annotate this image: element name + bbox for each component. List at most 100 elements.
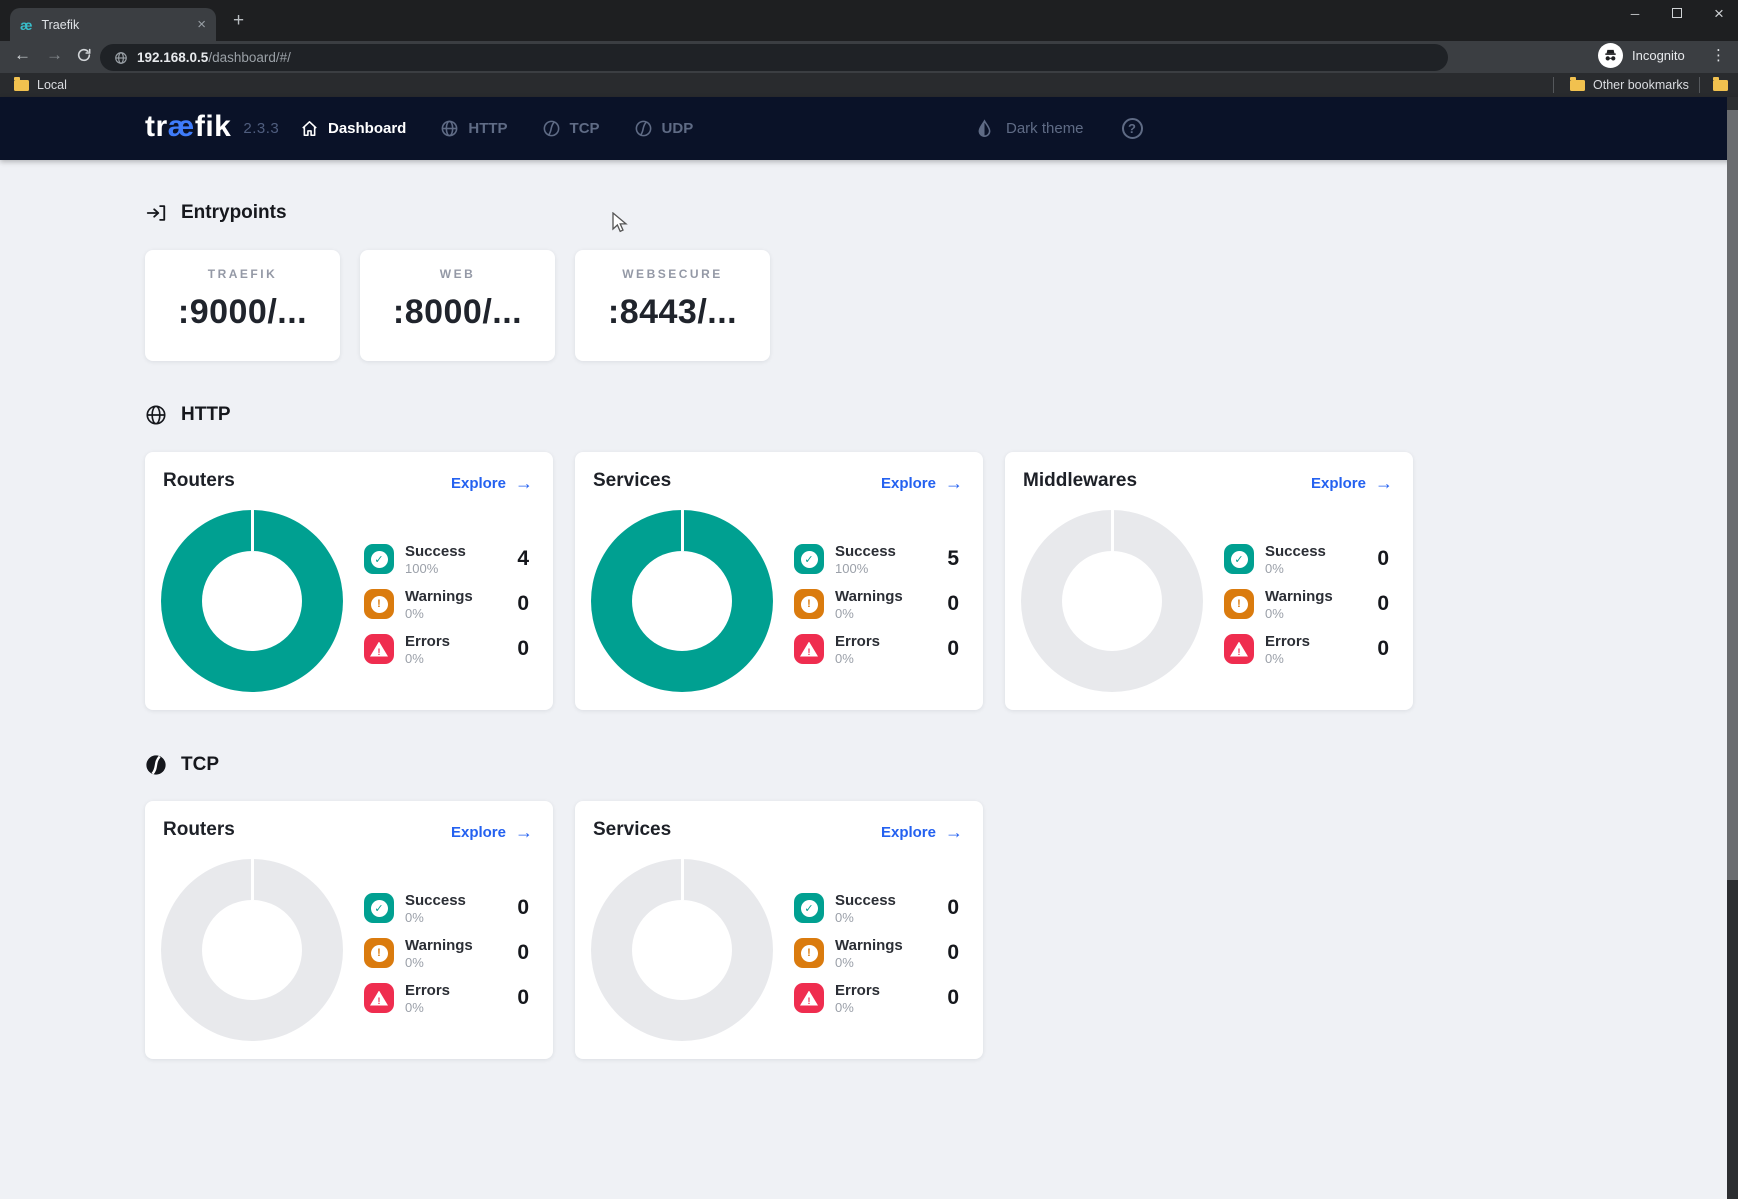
legend-value: 0 — [517, 941, 529, 965]
browser-menu-icon[interactable]: ⋮ — [1711, 46, 1726, 64]
tcp-heading: TCP — [145, 754, 219, 776]
url-path: /dashboard/#/ — [208, 50, 291, 65]
legend-value: 0 — [1377, 547, 1389, 571]
entrypoint-card[interactable]: TRAEFIK :9000/... — [145, 250, 340, 361]
card-title: Middlewares — [1023, 470, 1137, 492]
scrollbar-track[interactable] — [1727, 97, 1738, 1199]
explore-link[interactable]: Explore → — [881, 822, 963, 843]
check-glyph: ✓ — [801, 551, 818, 568]
legend-label: Success — [835, 543, 896, 560]
legend-label: Errors — [835, 982, 880, 999]
warning-triangle-glyph: ! — [800, 642, 818, 657]
back-button[interactable]: ← — [14, 45, 31, 65]
dashboard-content: Entrypoints TRAEFIK :9000/... WEB :8000/… — [0, 160, 1738, 1199]
legend-row-success: ✓ Success0% 0 — [794, 887, 959, 929]
explore-label: Explore — [451, 824, 506, 841]
legend-row-warnings: ! Warnings0% 0 — [364, 583, 529, 625]
legend-label: Warnings — [835, 588, 903, 605]
explore-link[interactable]: Explore → — [881, 473, 963, 494]
folder-icon — [14, 80, 29, 91]
http-heading: HTTP — [145, 404, 231, 426]
close-button[interactable]: × — [1712, 4, 1726, 24]
maximize-icon — [1672, 8, 1682, 18]
legend-value: 0 — [1377, 637, 1389, 661]
card-title: Routers — [163, 819, 235, 841]
legend-row-warnings: ! Warnings0% 0 — [1224, 583, 1389, 625]
stat-card: Services Explore → ✓ Success100% 5 ! War… — [575, 452, 983, 710]
warning-triangle-glyph: ! — [800, 991, 818, 1006]
entrypoint-card[interactable]: WEB :8000/... — [360, 250, 555, 361]
scrollbar-thumb[interactable] — [1727, 110, 1738, 880]
browser-toolbar: ← → 192.168.0.5/dashboard/#/ — [0, 41, 1738, 73]
incognito-badge: Incognito — [1598, 43, 1685, 68]
card-title: Services — [593, 470, 671, 492]
logo-text: tr — [145, 110, 168, 143]
legend-label: Warnings — [835, 937, 903, 954]
legend-percent: 0% — [835, 651, 880, 666]
other-bookmarks-label: Other bookmarks — [1593, 78, 1689, 92]
other-bookmarks[interactable]: Other bookmarks — [1570, 73, 1689, 97]
legend-value: 0 — [947, 896, 959, 920]
tab-close-icon[interactable]: × — [197, 16, 206, 33]
minimize-button[interactable]: ─ — [1628, 7, 1642, 21]
nav-http[interactable]: HTTP — [440, 119, 507, 138]
success-icon: ✓ — [1224, 544, 1254, 574]
warning-triangle-glyph: ! — [1230, 642, 1248, 657]
legend-value: 4 — [517, 547, 529, 571]
site-info-icon[interactable] — [114, 51, 128, 65]
success-icon: ✓ — [794, 893, 824, 923]
logo-text: fik — [195, 110, 232, 143]
reload-button[interactable] — [76, 47, 92, 68]
legend-percent: 0% — [835, 910, 896, 925]
browser-tab[interactable]: æ Traefik × — [10, 8, 216, 41]
warning-triangle-glyph: ! — [370, 991, 388, 1006]
error-icon: ! — [1224, 634, 1254, 664]
nav-dashboard[interactable]: Dashboard — [300, 119, 406, 138]
exclamation-glyph: ! — [371, 945, 388, 962]
url-bar[interactable]: 192.168.0.5/dashboard/#/ — [100, 44, 1448, 71]
nav-udp[interactable]: UDP — [634, 119, 694, 138]
bookmark-label: Local — [37, 78, 67, 92]
legend-percent: 0% — [835, 1000, 880, 1015]
url-host: 192.168.0.5 — [137, 50, 208, 65]
bookmarks-folder-button[interactable] — [1713, 73, 1728, 97]
success-icon: ✓ — [364, 544, 394, 574]
legend-percent: 100% — [405, 561, 466, 576]
legend-value: 0 — [517, 637, 529, 661]
section-title: Entrypoints — [181, 202, 287, 224]
nav-tcp[interactable]: TCP — [542, 119, 600, 138]
home-icon — [300, 119, 319, 138]
forward-button[interactable]: → — [46, 45, 63, 65]
new-tab-button[interactable]: + — [233, 10, 244, 32]
warning-icon: ! — [364, 589, 394, 619]
dark-theme-toggle[interactable]: Dark theme — [975, 118, 1084, 139]
exclamation-glyph: ! — [370, 996, 388, 1006]
bookmark-local[interactable]: Local — [14, 73, 67, 97]
maximize-button[interactable] — [1670, 7, 1684, 21]
legend-label: Errors — [1265, 633, 1310, 650]
error-icon: ! — [364, 983, 394, 1013]
legend-percent: 0% — [835, 606, 903, 621]
entrypoint-card[interactable]: WEBSECURE :8443/... — [575, 250, 770, 361]
error-icon: ! — [794, 983, 824, 1013]
window-controls: ─ × — [1628, 4, 1726, 24]
entrypoint-port: :8443/... — [575, 293, 770, 332]
explore-label: Explore — [881, 824, 936, 841]
legend-row-success: ✓ Success0% 0 — [1224, 538, 1389, 580]
entrypoint-name: WEBSECURE — [575, 267, 770, 281]
entrypoint-port: :8000/... — [360, 293, 555, 332]
explore-link[interactable]: Explore → — [1311, 473, 1393, 494]
explore-link[interactable]: Explore → — [451, 473, 533, 494]
help-button[interactable]: ? — [1122, 118, 1143, 139]
donut-chart — [591, 859, 773, 1041]
legend-row-success: ✓ Success100% 4 — [364, 538, 529, 580]
legend-percent: 0% — [1265, 561, 1326, 576]
legend-value: 0 — [947, 592, 959, 616]
explore-link[interactable]: Explore → — [451, 822, 533, 843]
legend-row-errors: ! Errors0% 0 — [794, 977, 959, 1019]
exclamation-glyph: ! — [800, 996, 818, 1006]
success-icon: ✓ — [364, 893, 394, 923]
dark-theme-label: Dark theme — [1006, 120, 1084, 137]
legend-row-errors: ! Errors0% 0 — [364, 977, 529, 1019]
mouse-cursor — [610, 212, 630, 234]
